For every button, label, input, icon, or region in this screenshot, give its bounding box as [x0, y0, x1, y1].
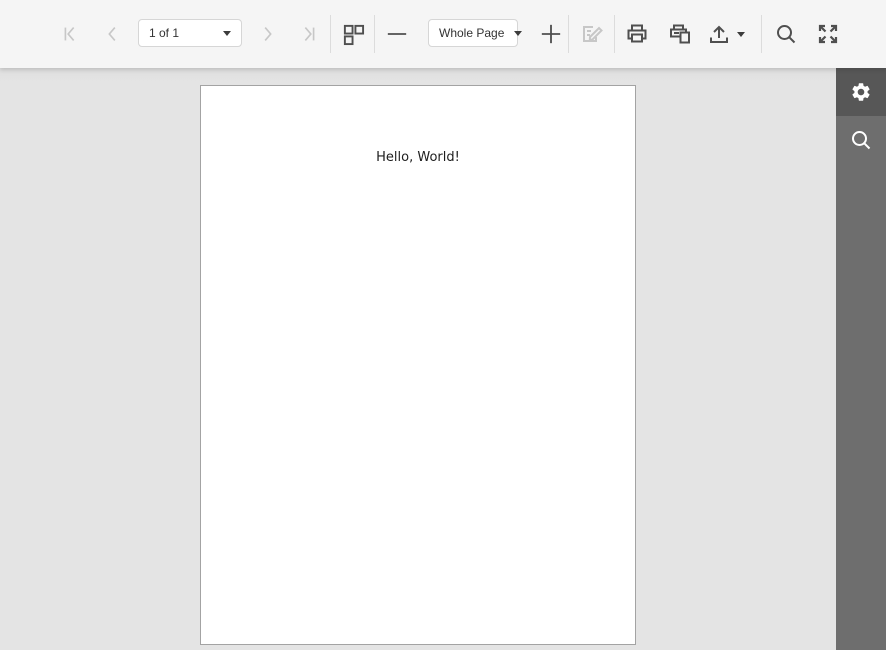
document-area: Hello, World! — [0, 68, 836, 650]
last-page-icon — [298, 23, 320, 45]
edit-form-pencil-icon — [581, 22, 605, 46]
chevron-left-icon — [102, 23, 124, 45]
sidebar-item-settings[interactable] — [836, 68, 886, 116]
upload-tray-arrow-icon — [707, 22, 731, 46]
page-layout-button[interactable] — [335, 16, 371, 52]
print-preview-button[interactable] — [662, 16, 698, 52]
page-number-select[interactable]: 1 of 1 — [138, 19, 242, 47]
chevron-down-icon — [737, 31, 745, 37]
zoom-out-button[interactable] — [379, 16, 415, 52]
search-button[interactable] — [768, 16, 804, 52]
fullscreen-button[interactable] — [810, 16, 846, 52]
edit-parameters-button[interactable] — [575, 16, 611, 52]
first-page-button[interactable] — [52, 16, 88, 52]
next-page-button[interactable] — [249, 16, 285, 52]
page-text: Hello, World! — [376, 150, 460, 165]
print-button[interactable] — [619, 16, 655, 52]
plus-icon — [540, 23, 562, 45]
chevron-right-icon — [256, 23, 278, 45]
document-page: Hello, World! — [200, 85, 636, 645]
page-layout-squares-icon — [342, 23, 365, 46]
side-menu — [836, 68, 886, 650]
sidebar-item-search[interactable] — [836, 116, 886, 164]
magnifier-icon — [849, 128, 873, 152]
chevron-down-icon — [514, 30, 523, 36]
toolbar-separator — [614, 15, 615, 53]
magnifier-icon — [774, 22, 798, 46]
minus-icon — [386, 23, 408, 45]
last-page-button[interactable] — [291, 16, 327, 52]
previous-page-button[interactable] — [95, 16, 131, 52]
page-number-value: 1 of 1 — [149, 26, 180, 40]
export-button[interactable] — [700, 16, 752, 52]
first-page-icon — [59, 23, 81, 45]
toolbar-separator — [568, 15, 569, 53]
printer-page-icon — [668, 22, 692, 46]
expand-arrows-icon — [816, 22, 840, 46]
zoom-mode-value: Whole Page — [439, 26, 505, 40]
toolbar: 1 of 1 Whole Page — [0, 0, 886, 68]
gear-icon — [850, 81, 872, 103]
zoom-mode-select[interactable]: Whole Page — [428, 19, 523, 47]
toolbar-separator — [761, 15, 762, 53]
toolbar-separator — [374, 15, 375, 53]
toolbar-separator — [330, 15, 331, 53]
zoom-in-button[interactable] — [533, 16, 569, 52]
printer-icon — [625, 22, 649, 46]
chevron-down-icon — [223, 30, 231, 36]
